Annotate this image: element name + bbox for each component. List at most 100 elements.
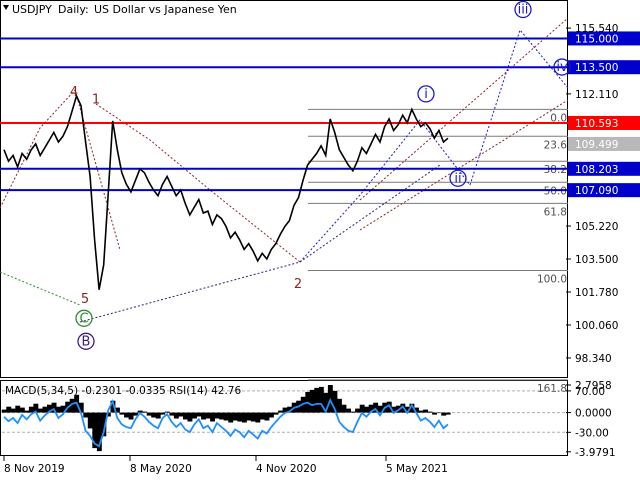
- macd-histogram-bar: [196, 412, 202, 417]
- macd-histogram-bar: [24, 410, 30, 413]
- time-axis-label: 8 May 2020: [130, 463, 192, 475]
- price-axis-label: 100.060: [575, 320, 618, 332]
- macd-histogram-bar: [38, 408, 43, 413]
- macd-histogram-bar: [119, 412, 125, 415]
- macd-histogram-bar: [223, 412, 229, 421]
- macd-histogram-bar: [273, 412, 279, 415]
- fib-level-label: 100.0: [537, 274, 567, 286]
- macd-histogram-bar: [214, 412, 220, 419]
- macd-histogram-bar: [187, 412, 193, 422]
- macd-histogram-bar: [151, 412, 157, 418]
- price-axis-label: 101.780: [575, 287, 618, 299]
- macd-histogram-bar: [255, 412, 261, 423]
- time-axis-label: 4 Nov 2020: [256, 463, 317, 475]
- indicator-title: MACD(5,34,5) -0.2301 -0.0335 RSI(14) 42.…: [5, 385, 241, 397]
- macd-histogram-bar: [87, 412, 93, 429]
- macd-histogram-bar: [445, 412, 451, 415]
- fib-level-label: 23.6: [544, 139, 568, 151]
- macd-histogram-bar: [232, 412, 238, 421]
- macd-histogram-bar: [359, 404, 365, 413]
- indicator-axis-label: -30.00: [575, 427, 609, 439]
- price-axis-label: 112.110: [575, 89, 618, 101]
- wave-label: iv: [556, 60, 568, 75]
- chart-window: 0.0 23.6 38.2 50.0 61.8 100.0 161.8 115.000 113…: [0, 0, 640, 480]
- macd-histogram-bar: [146, 412, 152, 416]
- macd-histogram-bar: [309, 389, 315, 413]
- time-axis-label: 8 Nov 2019: [4, 463, 65, 475]
- macd-histogram-bar: [19, 407, 25, 413]
- time-axis-label: 5 May 2021: [386, 463, 448, 475]
- price-level-value: 109.499: [575, 139, 618, 151]
- macd-histogram-bar: [28, 406, 34, 413]
- wave-label: 5: [81, 292, 89, 307]
- macd-histogram-bar: [260, 412, 265, 420]
- wave-label: ii: [454, 171, 461, 186]
- macd-histogram-bar: [441, 412, 447, 416]
- macd-histogram-bar: [241, 412, 247, 423]
- price-level-value: 110.593: [575, 118, 618, 130]
- macd-histogram-bar: [228, 412, 234, 423]
- price-level-value: 107.090: [575, 185, 618, 197]
- macd-histogram-bar: [432, 412, 437, 415]
- wave-label: 2: [294, 277, 302, 292]
- macd-histogram-bar: [418, 410, 424, 413]
- macd-histogram-bar: [83, 412, 89, 418]
- macd-histogram-bar: [427, 411, 433, 413]
- price-level-value: 113.500: [575, 62, 618, 74]
- macd-histogram-bar: [246, 412, 252, 421]
- macd-histogram-bar: [205, 412, 211, 419]
- macd-histogram-bar: [6, 406, 12, 413]
- wave-label: 1: [92, 93, 100, 108]
- symbol-label: USDJPY: [12, 3, 52, 16]
- macd-histogram-bar: [341, 404, 347, 413]
- macd-histogram-bar: [201, 412, 206, 420]
- macd-histogram-bar: [237, 412, 243, 422]
- macd-histogram-bar: [350, 411, 356, 413]
- wave-label: C: [79, 311, 88, 326]
- price-level-value: 115.000: [575, 33, 618, 45]
- symbol-description: US Dollar vs Japanese Yen: [94, 3, 237, 16]
- macd-histogram-bar: [173, 412, 179, 419]
- chart-canvas: 0.023.638.250.061.8100.0161.8 115.000113…: [0, 0, 640, 475]
- wave-label: i: [424, 87, 428, 102]
- macd-histogram-bar: [128, 412, 134, 420]
- time-axis: 8 Nov 2019 8 May 2020 4 Nov 2020 5 May 2021: [3, 456, 448, 475]
- macd-histogram-bar: [15, 405, 21, 413]
- macd-histogram-bar: [10, 408, 16, 413]
- price-axis-label: 105.220: [575, 221, 618, 233]
- chart-header: USDJPY Daily: US Dollar vs Japanese Yen: [3, 3, 237, 16]
- macd-histogram-bar: [364, 406, 370, 413]
- macd-histogram-bar: [178, 412, 184, 417]
- macd-histogram-bar: [278, 410, 283, 413]
- macd-histogram-bar: [1, 409, 7, 413]
- indicator-axis-label: 70.00: [575, 386, 605, 398]
- macd-histogram-bar: [269, 412, 274, 418]
- indicator-axis-label: 0.0000: [575, 408, 612, 420]
- macd-histogram-bar: [219, 412, 225, 420]
- macd-histogram-bar: [314, 387, 320, 413]
- macd-histogram-bar: [142, 411, 148, 413]
- wave-label: 4: [70, 85, 78, 100]
- macd-histogram-bar: [264, 412, 270, 421]
- macd-histogram-bar: [56, 406, 61, 413]
- macd-histogram-bar: [337, 398, 342, 413]
- price-axis-label: 115.540: [575, 23, 618, 35]
- macd-histogram-bar: [346, 408, 351, 413]
- price-axis-label: 103.500: [575, 254, 618, 266]
- macd-histogram-bar: [210, 412, 215, 422]
- macd-histogram-bar: [250, 412, 256, 422]
- price-axis-label: 98.340: [575, 353, 612, 365]
- wave-label: B: [82, 334, 91, 349]
- macd-histogram-bar: [183, 412, 188, 420]
- fib-level-label: 50.0: [544, 185, 567, 197]
- fib-level-label: 61.8: [544, 206, 567, 218]
- macd-histogram-bar: [42, 406, 48, 413]
- macd-histogram-bar: [355, 408, 360, 413]
- macd-histogram-bar: [169, 412, 175, 416]
- price-level-value: 108.203: [575, 164, 618, 176]
- macd-histogram-bar: [164, 411, 170, 413]
- macd-histogram-bar: [155, 412, 161, 419]
- wave-label: iii: [518, 3, 529, 18]
- macd-histogram-bar: [423, 409, 428, 413]
- fib-level-label: 161.8: [537, 383, 567, 395]
